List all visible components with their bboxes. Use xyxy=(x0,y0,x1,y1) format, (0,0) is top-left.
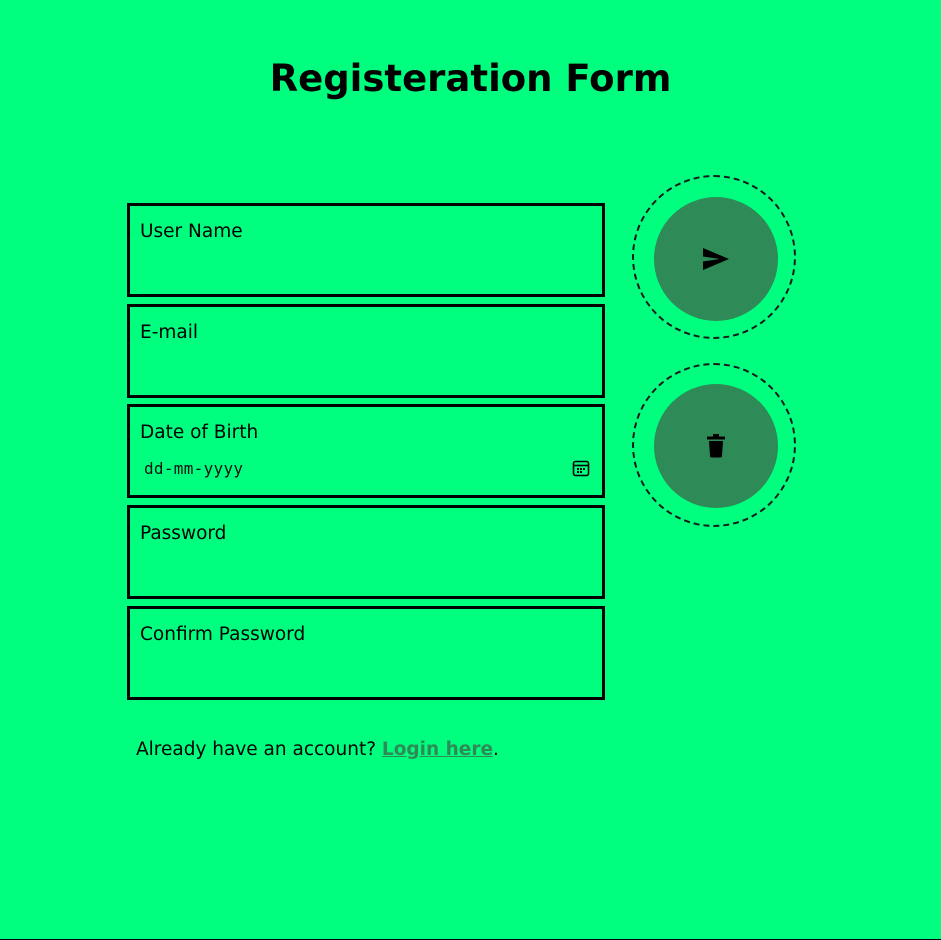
password-label: Password xyxy=(140,523,227,544)
password-field-box[interactable]: Password xyxy=(127,505,605,599)
login-prompt-text: Already have an account? xyxy=(136,739,382,760)
submit-button[interactable] xyxy=(654,197,778,321)
login-prompt: Already have an account? Login here. xyxy=(136,737,499,763)
confirm-password-input[interactable] xyxy=(140,653,592,685)
confirm-password-field-box[interactable]: Confirm Password xyxy=(127,606,605,700)
email-field-box[interactable]: E-mail xyxy=(127,304,605,398)
dob-field-box[interactable]: Date of Birth dd-mm-yyyy xyxy=(127,404,605,498)
email-label: E-mail xyxy=(140,322,199,343)
email-input[interactable] xyxy=(140,351,592,383)
confirm-password-label: Confirm Password xyxy=(140,624,306,645)
calendar-icon[interactable] xyxy=(572,459,590,477)
login-prompt-suffix: . xyxy=(493,739,499,760)
username-label: User Name xyxy=(140,221,243,242)
username-field-box[interactable]: User Name xyxy=(127,203,605,297)
trash-icon xyxy=(707,434,725,458)
dob-label: Date of Birth xyxy=(140,422,259,443)
username-input[interactable] xyxy=(140,250,592,282)
password-input[interactable] xyxy=(140,552,592,584)
reset-button[interactable] xyxy=(654,384,778,508)
dob-input[interactable]: dd-mm-yyyy xyxy=(144,459,243,478)
login-link[interactable]: Login here xyxy=(382,739,493,760)
page-title: Registeration Form xyxy=(269,57,672,100)
send-icon xyxy=(703,248,729,270)
